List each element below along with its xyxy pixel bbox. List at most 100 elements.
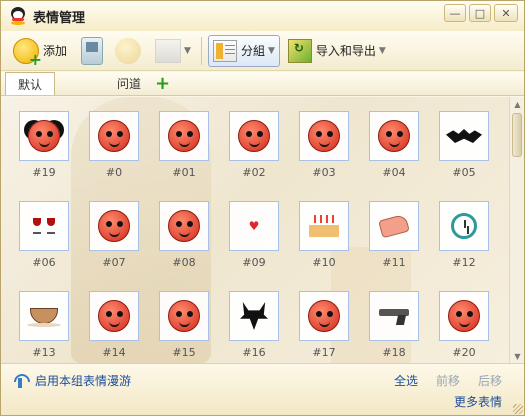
emoticon-thumbnail[interactable] (229, 291, 279, 341)
scroll-up-icon[interactable]: ▲ (510, 97, 524, 111)
emoticon-code: #20 (452, 346, 476, 359)
laugh-emoticon-icon (448, 300, 480, 332)
grin-emoticon-icon (168, 120, 200, 152)
toolbar: 添加 ▼ 分組 ▼ 导入和导出 ▼ (1, 31, 524, 71)
close-button[interactable]: ✕ (494, 4, 518, 22)
emoticon-thumbnail[interactable]: ♥ (229, 201, 279, 251)
emoticon-thumbnail[interactable] (439, 201, 489, 251)
emoticon-thumbnail[interactable] (159, 291, 209, 341)
minimize-button[interactable]: — (444, 4, 466, 22)
wink-emoticon-icon (308, 120, 340, 152)
bat-emoticon-icon (446, 129, 482, 143)
smile-emoticon-icon (98, 120, 130, 152)
move-forward-link[interactable]: 前移 (436, 372, 460, 389)
toolbar-divider (200, 36, 202, 65)
group-button[interactable]: 分組 ▼ (207, 34, 280, 67)
move-back-link[interactable]: 后移 (478, 372, 502, 389)
emoticon-code: #02 (242, 166, 266, 179)
emoticon-code: #06 (32, 256, 56, 269)
emoticon-thumbnail[interactable] (159, 201, 209, 251)
edit-image-button[interactable]: ▼ (141, 35, 195, 67)
roam-option[interactable]: 启用本组表情漫游 (13, 372, 131, 389)
emoticon-cell[interactable]: #0 (88, 111, 140, 179)
emoticon-code: #11 (382, 256, 406, 269)
maximize-button[interactable]: □ (469, 4, 491, 22)
emoticon-thumbnail[interactable] (369, 291, 419, 341)
devil-emoticon-icon (240, 302, 268, 330)
emoticon-thumbnail[interactable] (369, 111, 419, 161)
emoticon-cell[interactable]: #01 (158, 111, 210, 179)
emoticon-code: #14 (102, 346, 126, 359)
tab-wendao[interactable]: 问道 (105, 72, 153, 95)
emoticon-thumbnail[interactable] (89, 201, 139, 251)
emoticon-thumbnail[interactable] (439, 291, 489, 341)
scroll-thumb[interactable] (512, 113, 522, 157)
emoticon-code: #01 (172, 166, 196, 179)
drool-emoticon-icon (98, 300, 130, 332)
emoticon-thumbnail[interactable] (89, 291, 139, 341)
emoticon-cell[interactable]: #13 (18, 291, 70, 359)
emoticon-cell[interactable]: #11 (368, 201, 420, 269)
remove-emoticon-icon[interactable] (115, 37, 142, 64)
add-emoticon-icon (13, 37, 42, 69)
emoticon-cell[interactable]: ♥ #09 (228, 201, 280, 269)
emoticon-cell[interactable]: #07 (88, 201, 140, 269)
emoticon-code: #0 (105, 166, 123, 179)
roam-link[interactable]: 启用本组表情漫游 (35, 372, 131, 389)
emoticon-thumbnail[interactable] (439, 111, 489, 161)
emoticon-thumbnail[interactable] (299, 111, 349, 161)
vertical-scrollbar[interactable]: ▲ ▼ (509, 97, 524, 363)
emoticon-thumbnail[interactable] (299, 291, 349, 341)
scroll-down-icon[interactable]: ▼ (510, 349, 524, 363)
handshake-emoticon-icon (378, 213, 410, 239)
resize-grip[interactable] (513, 404, 523, 414)
select-all-link[interactable]: 全选 (394, 372, 418, 389)
emoticon-cell[interactable]: #04 (368, 111, 420, 179)
add-group-icon[interactable]: + (155, 72, 170, 95)
emoticon-cell[interactable]: #20 (438, 291, 490, 359)
emoticon-code: #18 (382, 346, 406, 359)
add-button[interactable]: 添加 (9, 35, 71, 69)
emoticon-cell[interactable]: #18 (368, 291, 420, 359)
emoticon-thumbnail[interactable] (159, 111, 209, 161)
emoticon-cell[interactable]: #15 (158, 291, 210, 359)
emoticon-manager-window: 表情管理 — □ ✕ 添加 ▼ 分組 ▼ 导入和导出 ▼ 默认 (0, 0, 525, 416)
blush-emoticon-icon (308, 300, 340, 332)
emoticon-cell[interactable]: #02 (228, 111, 280, 179)
emoticon-cell[interactable]: #08 (158, 201, 210, 269)
emoticon-thumbnail[interactable] (229, 111, 279, 161)
emoticon-thumbnail[interactable] (299, 201, 349, 251)
heart-emoticon-icon: ♥ (248, 219, 260, 233)
arrange-controls: 全选 前移 后移 (394, 372, 502, 389)
more-emoticons-link[interactable]: 更多表情 (454, 393, 502, 410)
emoticon-cell[interactable]: #03 (298, 111, 350, 179)
emoticon-cell[interactable]: #14 (88, 291, 140, 359)
maximize-icon: □ (474, 6, 486, 20)
emoticon-thumbnail[interactable] (19, 201, 69, 251)
emoticon-cell[interactable]: #10 (298, 201, 350, 269)
chevron-down-icon: ▼ (267, 45, 275, 56)
emoticon-code: #08 (172, 256, 196, 269)
emoticon-cell[interactable]: #05 (438, 111, 490, 179)
window-controls: — □ ✕ (444, 4, 518, 22)
image-edit-icon (155, 38, 182, 63)
emoticon-code: #15 (172, 346, 196, 359)
emoticon-cell[interactable]: #16 (228, 291, 280, 359)
emoticon-cell[interactable]: #19 (18, 111, 70, 179)
import-export-label: 导入和导出 (315, 44, 376, 58)
alarm-clock-emoticon-icon (451, 213, 477, 239)
emoticon-cell[interactable]: #06 (18, 201, 70, 269)
import-export-button[interactable]: 导入和导出 ▼ (280, 35, 390, 67)
bat-face-emoticon-icon (28, 120, 60, 152)
emoticon-cell[interactable]: #12 (438, 201, 490, 269)
emoticon-thumbnail[interactable] (89, 111, 139, 161)
emoticon-cell[interactable]: #17 (298, 291, 350, 359)
window-title: 表情管理 (33, 10, 86, 26)
emoticon-thumbnail[interactable] (369, 201, 419, 251)
group-label: 分組 (240, 44, 265, 58)
emoticon-code: #10 (312, 256, 336, 269)
mobile-device-icon[interactable] (81, 36, 104, 65)
emoticon-thumbnail[interactable] (19, 111, 69, 161)
emoticon-thumbnail[interactable] (19, 291, 69, 341)
tab-default[interactable]: 默认 (5, 72, 56, 95)
